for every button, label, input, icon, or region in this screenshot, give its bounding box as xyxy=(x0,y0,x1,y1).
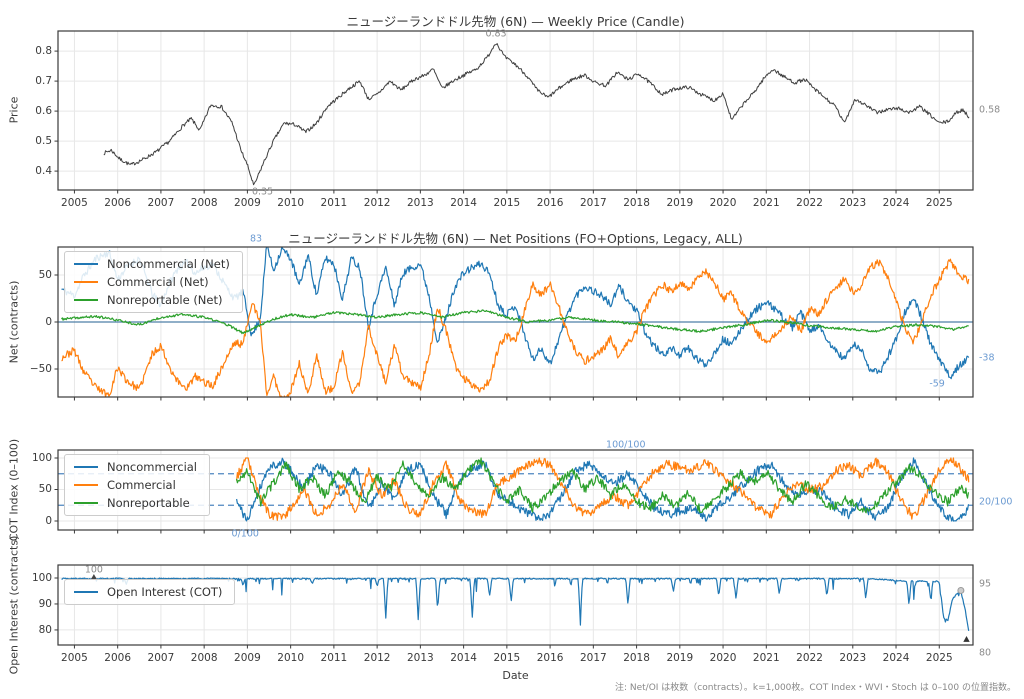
x-tick-label: 2022 xyxy=(796,197,823,209)
y-tick-label: 0.8 xyxy=(12,45,52,57)
x-tick-label: 2014 xyxy=(450,197,477,209)
x-tick-label: 2024 xyxy=(883,197,910,209)
chart-annotation: 100/100 xyxy=(606,439,645,450)
x-tick-label: 2009 xyxy=(234,197,261,209)
x-tick-label: 2021 xyxy=(753,197,780,209)
chart-annotation: 0/100 xyxy=(232,529,259,540)
chart-annotation: 20/100 xyxy=(979,497,1012,508)
chart-annotation: 83 xyxy=(250,234,262,245)
chart-annotation: 80 xyxy=(979,648,991,659)
x-tick-label: 2011 xyxy=(321,652,348,664)
x-tick-label: 2015 xyxy=(493,652,520,664)
legend-line-swatch xyxy=(74,263,98,265)
x-tick-label: 2020 xyxy=(710,652,737,664)
y-tick-label: 100 xyxy=(12,572,52,584)
x-tick-label: 2017 xyxy=(580,197,607,209)
y-tick-label: 0 xyxy=(12,316,52,328)
legend-line-swatch xyxy=(74,281,98,283)
x-tick-label: 2005 xyxy=(61,197,88,209)
x-tick-label: 2023 xyxy=(839,652,866,664)
open-interest-legend: Open Interest (COT) xyxy=(64,579,235,605)
x-tick-label: 2017 xyxy=(580,652,607,664)
legend-line-swatch xyxy=(74,466,98,468)
cot-dashboard-figure: ニュージーランドドル先物 (6N) — Weekly Price (Candle… xyxy=(0,0,1024,699)
x-tick-label: 2019 xyxy=(666,197,693,209)
y-tick-label: 50 xyxy=(12,483,52,495)
legend-label: Noncommercial xyxy=(107,460,197,474)
x-tick-label: 2015 xyxy=(493,197,520,209)
x-tick-label: 2012 xyxy=(364,197,391,209)
chart-annotation: 0.83 xyxy=(485,29,506,40)
x-tick-label: 2007 xyxy=(148,652,175,664)
y-tick-label: 0.5 xyxy=(12,135,52,147)
legend-item-noncommercial-net: Noncommercial (Net) xyxy=(74,257,230,271)
y-tick-label: 0 xyxy=(12,515,52,527)
x-tick-label: 2018 xyxy=(623,197,650,209)
x-tick-label: 2022 xyxy=(796,652,823,664)
legend-item-nonreportable-net: Nonreportable (Net) xyxy=(74,293,230,307)
y-tick-label: 100 xyxy=(12,452,52,464)
x-tick-label: 2021 xyxy=(753,652,780,664)
x-tick-label: 2016 xyxy=(537,652,564,664)
price-panel xyxy=(55,31,974,194)
x-tick-label: 2020 xyxy=(710,197,737,209)
x-tick-label: 2006 xyxy=(104,652,131,664)
x-tick-label: 2012 xyxy=(364,652,391,664)
legend-label: Nonreportable (Net) xyxy=(107,293,222,307)
legend-item-nonreportable: Nonreportable xyxy=(74,496,197,510)
y-tick-label: 0.7 xyxy=(12,75,52,87)
legend-label: Commercial xyxy=(107,478,176,492)
x-tick-label: 2009 xyxy=(234,652,261,664)
legend-item-noncommercial: Noncommercial xyxy=(74,460,197,474)
y-tick-label: −50 xyxy=(12,363,52,375)
chart-annotation: 0.58 xyxy=(979,104,1000,115)
chart-annotation: 95 xyxy=(979,579,991,590)
x-tick-label: 2013 xyxy=(407,197,434,209)
y-tick-label: 0.6 xyxy=(12,105,52,117)
chart-annotation: 0.35 xyxy=(252,186,273,197)
x-tick-label: 2025 xyxy=(926,652,953,664)
x-tick-label: 2013 xyxy=(407,652,434,664)
x-tick-label: 2014 xyxy=(450,652,477,664)
x-tick-label: 2023 xyxy=(839,197,866,209)
legend-item-commercial: Commercial xyxy=(74,478,197,492)
legend-label: Open Interest (COT) xyxy=(107,585,222,599)
y-tick-label: 0.4 xyxy=(12,165,52,177)
oi-panel xyxy=(55,565,974,649)
x-tick-label: 2025 xyxy=(926,197,953,209)
chart-annotation: -59 xyxy=(929,379,945,390)
cot-index-legend: Noncommercial Commercial Nonreportable xyxy=(64,454,210,516)
x-tick-label: 2007 xyxy=(148,197,175,209)
x-tick-label: 2024 xyxy=(883,652,910,664)
legend-label: Commercial (Net) xyxy=(107,275,209,289)
x-tick-label: 2010 xyxy=(277,652,304,664)
x-tick-label: 2008 xyxy=(191,652,218,664)
footnote: 注: Net/OI は枚数（contracts）。k=1,000枚。COT In… xyxy=(615,680,1016,693)
legend-line-swatch xyxy=(74,484,98,486)
x-tick-label: 2010 xyxy=(277,197,304,209)
y-tick-label: 80 xyxy=(12,624,52,636)
x-tick-label: 2006 xyxy=(104,197,131,209)
legend-item-commercial-net: Commercial (Net) xyxy=(74,275,230,289)
legend-item-open-interest-cot: Open Interest (COT) xyxy=(74,585,222,599)
x-tick-label: 2018 xyxy=(623,652,650,664)
x-tick-label: 2005 xyxy=(61,652,88,664)
chart-annotation: 100 xyxy=(85,565,103,576)
x-tick-label: 2019 xyxy=(666,652,693,664)
x-tick-label: 2011 xyxy=(321,197,348,209)
x-tick-label: 2008 xyxy=(191,197,218,209)
legend-line-swatch xyxy=(74,591,98,593)
marker-triangle xyxy=(963,636,969,642)
y-tick-label: 50 xyxy=(12,269,52,281)
legend-line-swatch xyxy=(74,299,98,301)
net-legend: Noncommercial (Net) Commercial (Net) Nonre… xyxy=(64,251,243,313)
legend-label: Noncommercial (Net) xyxy=(107,257,230,271)
series-price xyxy=(104,44,969,185)
x-tick-label: 2016 xyxy=(537,197,564,209)
legend-line-swatch xyxy=(74,502,98,504)
y-tick-label: 90 xyxy=(12,598,52,610)
marker-circle xyxy=(958,587,964,593)
chart-annotation: -38 xyxy=(979,352,995,363)
legend-label: Nonreportable xyxy=(107,496,190,510)
